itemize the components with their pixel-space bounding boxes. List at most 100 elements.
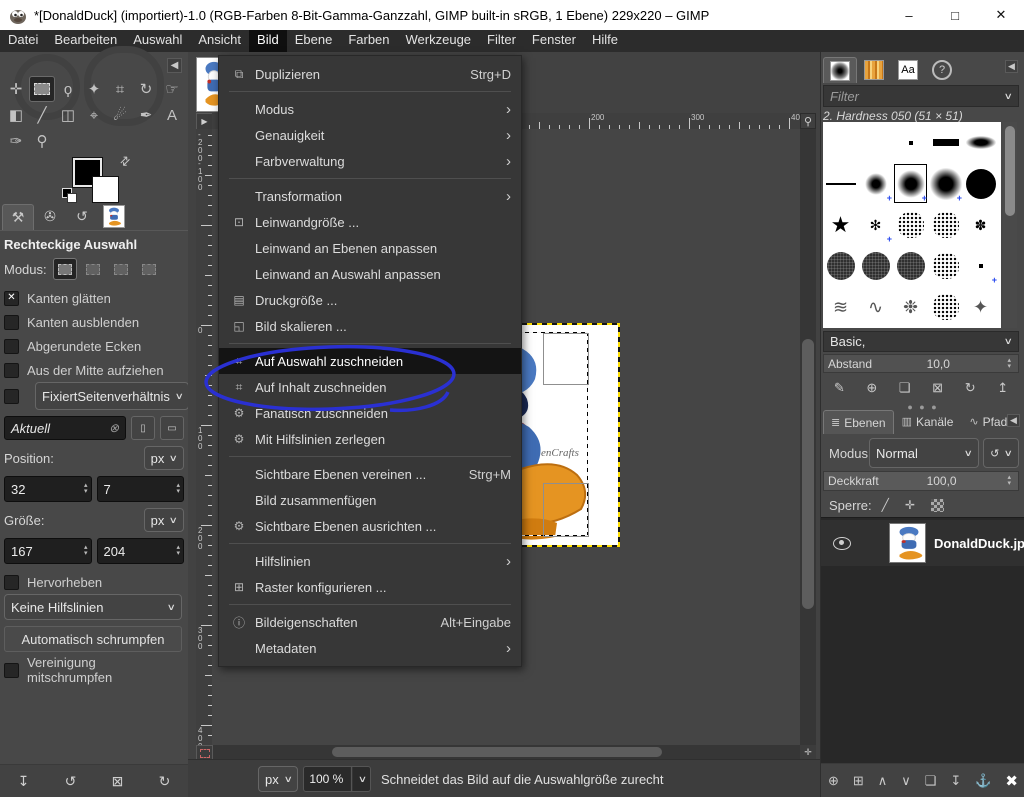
delete-tool-preset-icon[interactable]: ⊠ — [112, 773, 124, 790]
menubar-item-ebene[interactable]: Ebene — [287, 30, 341, 52]
move-tool[interactable]: ✛ — [3, 76, 29, 102]
brush-item[interactable]: ✦ — [963, 286, 998, 327]
clear-icon[interactable]: ⊗ — [109, 421, 119, 435]
brush-item[interactable] — [823, 122, 858, 163]
scrollbar-thumb[interactable] — [802, 339, 814, 609]
spinner-icons[interactable]: ▴▾ — [1004, 358, 1014, 370]
scrollbar-thumb[interactable] — [332, 747, 662, 757]
menu-item-leinwandgröße[interactable]: ⊡Leinwandgröße ... — [219, 209, 521, 235]
brush-spacing-slider[interactable]: Abstand 10,0 ▴▾ — [823, 354, 1019, 373]
canvas-menu-button[interactable]: ▶ — [196, 113, 213, 130]
kanten-ausblenden-checkbox[interactable] — [4, 315, 19, 330]
menu-item-metadaten[interactable]: Metadaten› — [219, 635, 521, 661]
fuzzy-select-tool[interactable]: ✦ — [81, 76, 107, 102]
patterns-tab[interactable] — [857, 56, 891, 83]
menu-item-leinwand-an-ebenen-anpassen[interactable]: Leinwand an Ebenen anpassen — [219, 235, 521, 261]
brush-scrollbar[interactable] — [1003, 122, 1017, 328]
raise-layer-icon[interactable]: ∧ — [878, 773, 888, 789]
tab-ebenen[interactable]: ≣Ebenen — [823, 410, 894, 434]
minimize-button[interactable]: – — [886, 0, 932, 30]
delete-brush-icon[interactable]: ⊠ — [932, 380, 943, 396]
menu-item-hilfslinien[interactable]: Hilfslinien› — [219, 548, 521, 574]
brush-item[interactable] — [963, 163, 998, 204]
menu-item-bild-zusammenfügen[interactable]: Bild zusammenfügen — [219, 487, 521, 513]
menu-item-bildeigenschaften[interactable]: ⓘBildeigenschaftenAlt+Eingabe — [219, 609, 521, 635]
menubar-item-bild[interactable]: Bild — [249, 30, 287, 52]
fonts-tab[interactable]: Aa — [891, 56, 925, 83]
menu-item-bild-skalieren[interactable]: ◱Bild skalieren ... — [219, 313, 521, 339]
free-select-tool[interactable]: ϙ — [55, 76, 81, 102]
menu-item-sichtbare-ebenen-vereinen[interactable]: Sichtbare Ebenen vereinen ...Strg+M — [219, 461, 521, 487]
brush-item[interactable]: ★ — [823, 204, 858, 245]
spinner-icons[interactable]: ▴▾ — [81, 545, 91, 557]
mode-replace-button[interactable] — [53, 258, 77, 280]
save-tool-preset-icon[interactable]: ↧ — [18, 773, 30, 790]
brush-item[interactable] — [963, 122, 998, 163]
brush-item[interactable]: ❉ — [893, 286, 928, 327]
brush-item[interactable] — [823, 163, 858, 204]
text-tool[interactable]: A — [159, 102, 185, 128]
brush-filter-input[interactable]: Filter ∨ — [823, 85, 1019, 107]
highlight-checkbox[interactable] — [4, 575, 19, 590]
vertical-scrollbar[interactable] — [800, 129, 816, 745]
duplicate-brush-icon[interactable]: ❏ — [899, 380, 911, 396]
scrollbar-thumb[interactable] — [1005, 126, 1015, 216]
brush-item[interactable] — [823, 245, 858, 286]
close-button[interactable]: ✕ — [978, 0, 1024, 30]
fixed-aspect-dropdown[interactable]: Fixiert Seitenverhältnis ∨ — [35, 382, 189, 410]
collapse-dock-icon[interactable]: ◀ — [1005, 60, 1018, 73]
open-brush-as-image-icon[interactable]: ↥ — [997, 380, 1008, 396]
merge-layer-icon[interactable]: ↧ — [950, 773, 961, 789]
fixed-checkbox[interactable] — [4, 389, 19, 404]
collapse-dock-icon[interactable]: ◀ — [1007, 414, 1020, 427]
menu-item-sichtbare-ebenen-ausrichten[interactable]: ⚙Sichtbare Ebenen ausrichten ... — [219, 513, 521, 539]
brush-item[interactable]: + — [858, 163, 893, 204]
portrait-orientation-button[interactable]: ▯ — [131, 416, 155, 440]
position-y-field[interactable]: 7 ▴▾ — [97, 476, 185, 502]
delete-layer-icon[interactable]: ✖ — [1005, 772, 1018, 790]
layer-row[interactable]: DonaldDuck.jp — [821, 520, 1024, 566]
aus-der-mitte-aufziehen-checkbox[interactable] — [4, 363, 19, 378]
layer-mode-dropdown[interactable]: Normal ∨ — [869, 438, 979, 468]
brush-item[interactable] — [893, 122, 928, 163]
menubar-item-datei[interactable]: Datei — [0, 30, 46, 52]
brush-item[interactable] — [928, 204, 963, 245]
mode-add-button[interactable] — [81, 258, 105, 280]
layer-visibility-eye-icon[interactable] — [833, 537, 851, 550]
size-height-field[interactable]: 204 ▴▾ — [97, 538, 185, 564]
bucket-fill-tool[interactable]: ◧ — [3, 102, 29, 128]
menu-item-farbverwaltung[interactable]: Farbverwaltung› — [219, 148, 521, 174]
background-color-swatch[interactable] — [92, 176, 119, 203]
zoom-tool[interactable]: ⚲ — [29, 128, 55, 154]
shrink-merged-checkbox[interactable] — [4, 663, 19, 678]
lock-alpha-icon[interactable] — [931, 499, 944, 512]
menubar-item-farben[interactable]: Farben — [340, 30, 397, 52]
menu-item-transformation[interactable]: Transformation› — [219, 183, 521, 209]
smudge-tool[interactable]: ☄ — [107, 102, 133, 128]
menubar-item-ansicht[interactable]: Ansicht — [190, 30, 249, 52]
brush-item[interactable]: ✻+ — [858, 204, 893, 245]
zoom-control[interactable]: 100 % ∨ — [303, 766, 371, 792]
unified-transform-tool[interactable]: ↻ — [133, 76, 159, 102]
kanten-glätten-checkbox[interactable]: ✕ — [4, 291, 19, 306]
lock-pixels-icon[interactable]: ╱ — [882, 498, 889, 512]
selection-handle-top-right[interactable] — [543, 333, 589, 385]
handle-transform-tool[interactable]: ☞ — [159, 76, 185, 102]
menu-item-modus[interactable]: Modus› — [219, 96, 521, 122]
opacity-slider[interactable]: Deckkraft 100,0 ▴▾ — [823, 471, 1019, 491]
new-layer-group-icon[interactable]: ⊞ — [853, 773, 864, 789]
brush-set-dropdown[interactable]: Basic, ∨ — [823, 331, 1019, 352]
default-colors-icon[interactable] — [62, 188, 76, 202]
anchor-layer-icon[interactable]: ⚓ — [975, 773, 991, 789]
menu-item-auf-auswahl-zuschneiden[interactable]: ⌗Auf Auswahl zuschneiden — [219, 348, 521, 374]
option-abgerundete-ecken[interactable]: Abgerundete Ecken — [0, 334, 188, 358]
highlight-row[interactable]: Hervorheben — [0, 570, 188, 594]
brush-item[interactable] — [893, 204, 928, 245]
unit-dropdown[interactable]: px ∨ — [258, 766, 298, 792]
spinner-icons[interactable]: ▴▾ — [173, 483, 183, 495]
tab-kanaele[interactable]: ▥Kanäle — [894, 409, 962, 434]
collapse-dock-icon[interactable]: ◀ — [167, 58, 182, 73]
size-unit-dropdown[interactable]: px ∨ — [144, 508, 184, 532]
spinner-icons[interactable]: ▴▾ — [173, 545, 183, 557]
position-x-field[interactable]: 32 ▴▾ — [4, 476, 92, 502]
